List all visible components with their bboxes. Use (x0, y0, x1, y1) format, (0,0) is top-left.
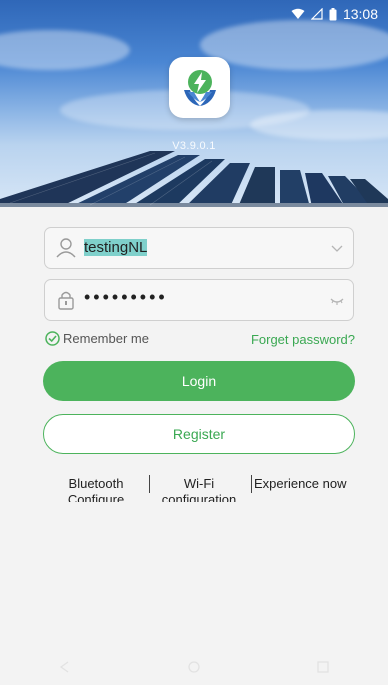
experience-now-link[interactable]: Experience now (254, 476, 358, 492)
remember-me-checkbox[interactable]: Remember me (45, 331, 149, 346)
sim-icon (310, 8, 323, 20)
app-version: V3.9.0.1 (172, 140, 216, 152)
wifi-configuration-link[interactable]: Wi-Fi configuration (150, 476, 248, 502)
leaf-lightning-logo-icon (183, 69, 216, 106)
quick-links: Bluetooth Configure Wi-Fi configuration … (0, 472, 388, 502)
lock-icon (58, 291, 74, 310)
cloud (200, 20, 388, 70)
chevron-down-icon[interactable] (329, 240, 345, 256)
password-field[interactable]: ••••••••• (44, 279, 354, 321)
checkmark-circle-icon[interactable] (45, 331, 60, 346)
wifi-icon (291, 8, 305, 19)
navigation-bar (0, 649, 388, 685)
username-value[interactable]: testingNL (84, 239, 148, 256)
login-button[interactable]: Login (43, 361, 355, 401)
register-button-label: Register (172, 426, 226, 442)
header-banner: 13:08 V3.9.0.1 (0, 0, 388, 207)
register-button[interactable]: Register (43, 414, 355, 454)
login-button-label: Login (181, 373, 217, 389)
user-icon (56, 238, 76, 258)
recents-icon[interactable] (316, 660, 330, 674)
app-logo (169, 57, 230, 118)
password-value[interactable]: ••••••••• (84, 287, 168, 308)
cloud (250, 110, 388, 140)
remember-me-label: Remember me (63, 331, 149, 346)
bluetooth-configure-link[interactable]: Bluetooth Configure (60, 476, 132, 502)
divider (251, 475, 252, 493)
status-time: 13:08 (342, 6, 378, 22)
cloud (0, 30, 130, 70)
back-icon[interactable] (58, 660, 72, 674)
username-field[interactable]: testingNL (44, 227, 354, 269)
forget-password-link[interactable]: Forget password? (251, 332, 355, 347)
status-bar: 13:08 (291, 6, 378, 22)
battery-icon (329, 7, 337, 20)
home-icon[interactable] (187, 660, 201, 674)
eye-closed-icon[interactable] (329, 292, 345, 308)
